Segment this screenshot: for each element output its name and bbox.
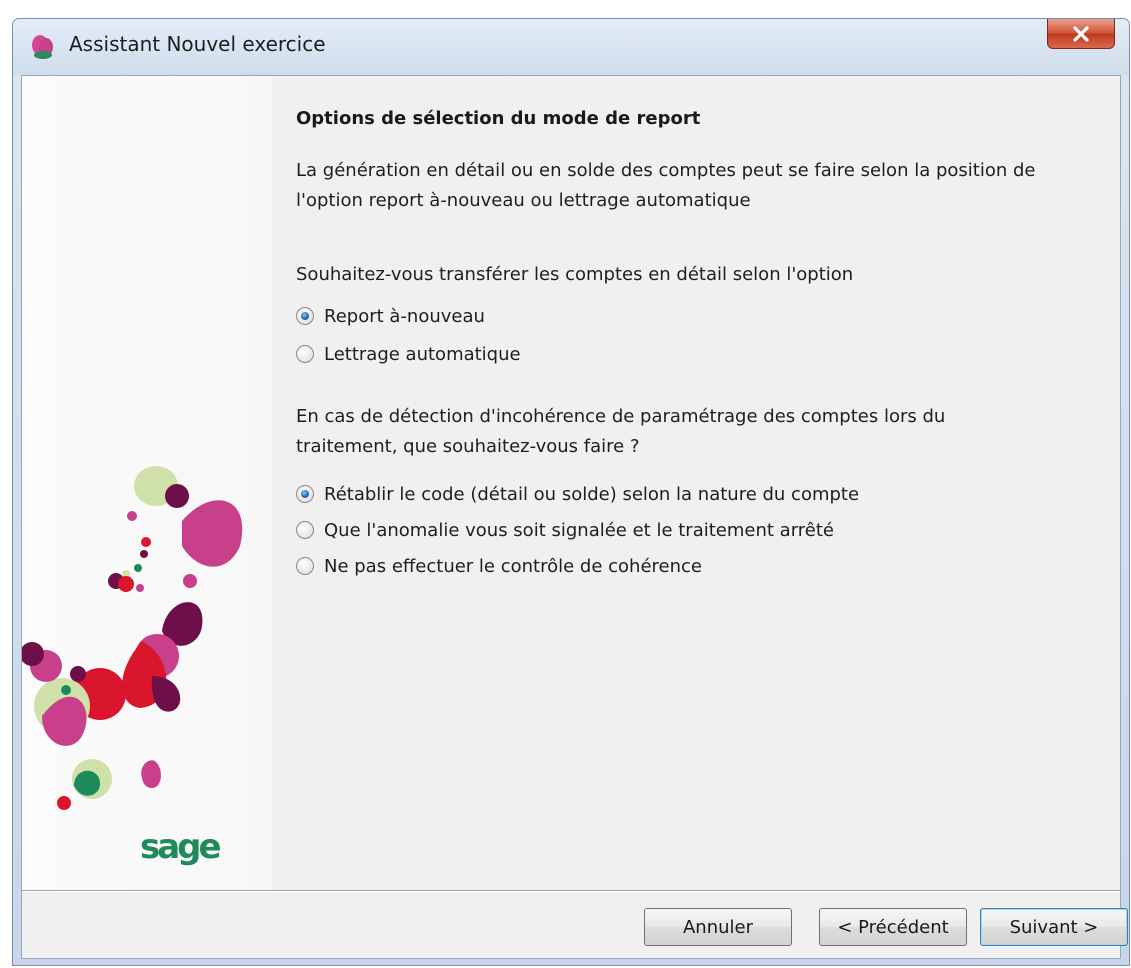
sage-logo: sage [140,827,250,868]
radio-pas-controle-label: Ne pas effectuer le contrôle de cohérenc… [324,555,702,577]
intro-text: La génération en détail ou en solde des … [296,156,1116,216]
question-transfer: Souhaitez-vous transférer les comptes en… [296,264,854,285]
radio-retablir-code[interactable]: Rétablir le code (détail ou solde) selon… [296,480,859,508]
dialog-window: Assistant Nouvel exercice sage Options d… [12,18,1130,966]
radio-pas-controle-button[interactable] [296,557,314,575]
next-button[interactable]: Suivant > [980,908,1128,946]
step-heading: Options de sélection du mode de report [296,108,701,129]
question-incoherence-line-1: En cas de détection d'incohérence de par… [296,406,946,427]
radio-lettrage-automatique[interactable]: Lettrage automatique [296,340,521,368]
title-bar[interactable]: Assistant Nouvel exercice [13,19,1129,75]
radio-anomalie-signalee-button[interactable] [296,521,314,539]
wizard-side-panel: sage [22,76,272,890]
radio-anomalie-signalee-label: Que l'anomalie vous soit signalée et le … [324,519,834,541]
radio-report-a-nouveau-label: Report à-nouveau [324,305,485,327]
intro-line-1: La génération en détail ou en solde des … [296,160,1036,181]
question-incoherence-line-2: traitement, que souhaitez-vous faire ? [296,436,640,457]
window-title: Assistant Nouvel exercice [69,32,326,56]
radio-report-a-nouveau[interactable]: Report à-nouveau [296,302,485,330]
sage-logo-mark: sage [140,827,224,867]
footer-separator [22,890,1120,892]
radio-retablir-code-button[interactable] [296,485,314,503]
decorative-petals-illustration [22,466,243,810]
radio-pas-controle[interactable]: Ne pas effectuer le contrôle de cohérenc… [296,552,702,580]
radio-lettrage-automatique-label: Lettrage automatique [324,343,521,365]
close-button[interactable] [1047,19,1115,49]
intro-line-2: l'option report à-nouveau ou lettrage au… [296,190,751,211]
wizard-content: Options de sélection du mode de report L… [296,76,1120,890]
radio-report-a-nouveau-button[interactable] [296,307,314,325]
question-incoherence: En cas de détection d'incohérence de par… [296,402,1116,462]
radio-anomalie-signalee[interactable]: Que l'anomalie vous soit signalée et le … [296,516,834,544]
cancel-button[interactable]: Annuler [644,908,792,946]
wizard-client-area: sage Options de sélection du mode de rep… [21,75,1128,959]
radio-lettrage-automatique-button[interactable] [296,345,314,363]
svg-text:sage: sage [140,828,221,867]
radio-retablir-code-label: Rétablir le code (détail ou solde) selon… [324,483,860,505]
previous-button[interactable]: < Précédent [819,908,967,946]
app-flower-icon [32,35,53,59]
close-icon [1073,25,1089,42]
